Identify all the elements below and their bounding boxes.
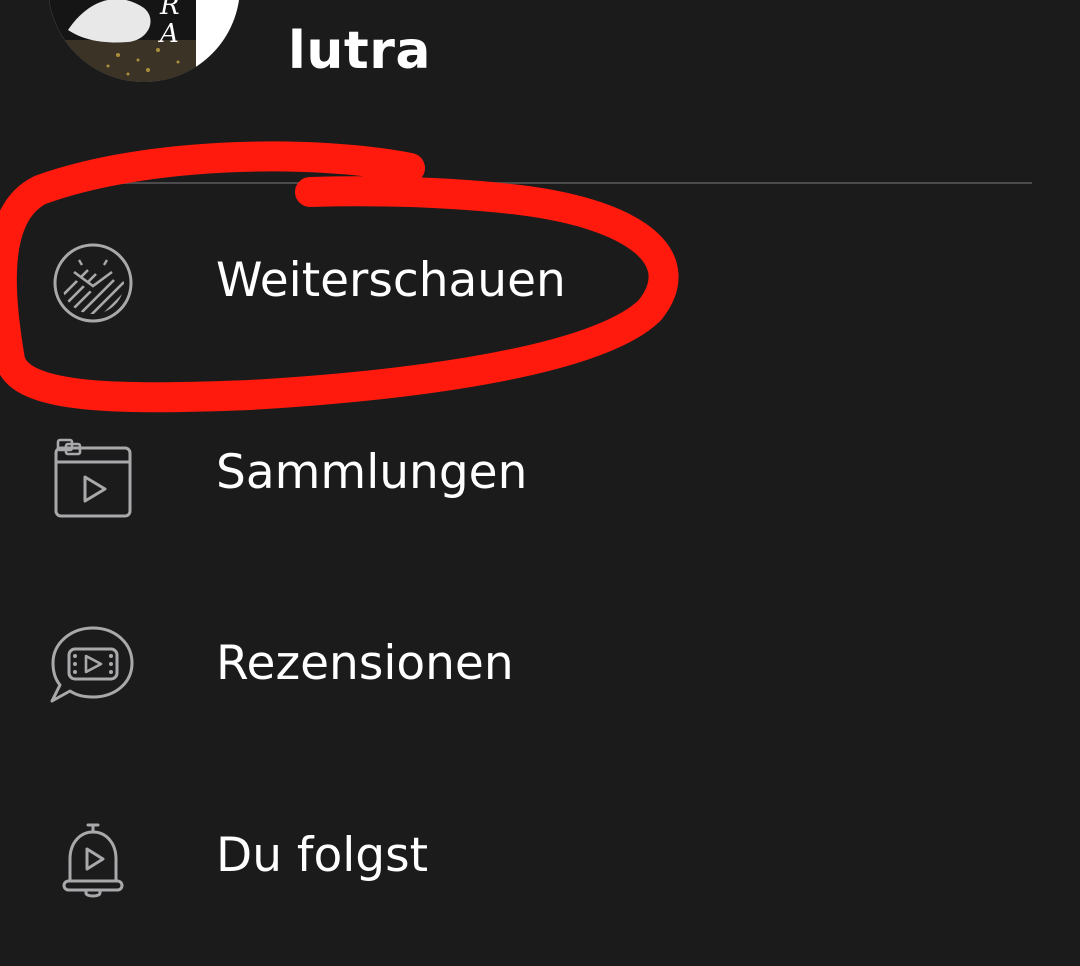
avatar-image: R A (48, 0, 240, 82)
reviews-icon (48, 621, 138, 711)
divider (94, 182, 1032, 184)
svg-text:R: R (159, 0, 180, 21)
menu-item-label: Rezensionen (216, 636, 514, 691)
menu-item-reviews[interactable]: Rezensionen (0, 590, 1080, 740)
svg-text:A: A (158, 19, 179, 49)
following-bell-icon (48, 813, 138, 903)
profile-avatar[interactable]: R A (48, 0, 240, 82)
menu-item-label: Sammlungen (216, 445, 528, 500)
profile-username: lutra (288, 21, 431, 81)
collections-icon (48, 430, 138, 520)
menu-item-collections[interactable]: Sammlungen (0, 399, 1080, 549)
menu-item-following[interactable]: Du folgst (0, 782, 1080, 932)
menu-item-label: Weiterschauen (216, 253, 566, 308)
menu-item-label: Du folgst (216, 828, 429, 883)
continue-watching-icon (48, 238, 138, 328)
menu-item-continue-watching[interactable]: Weiterschauen (0, 207, 1080, 357)
